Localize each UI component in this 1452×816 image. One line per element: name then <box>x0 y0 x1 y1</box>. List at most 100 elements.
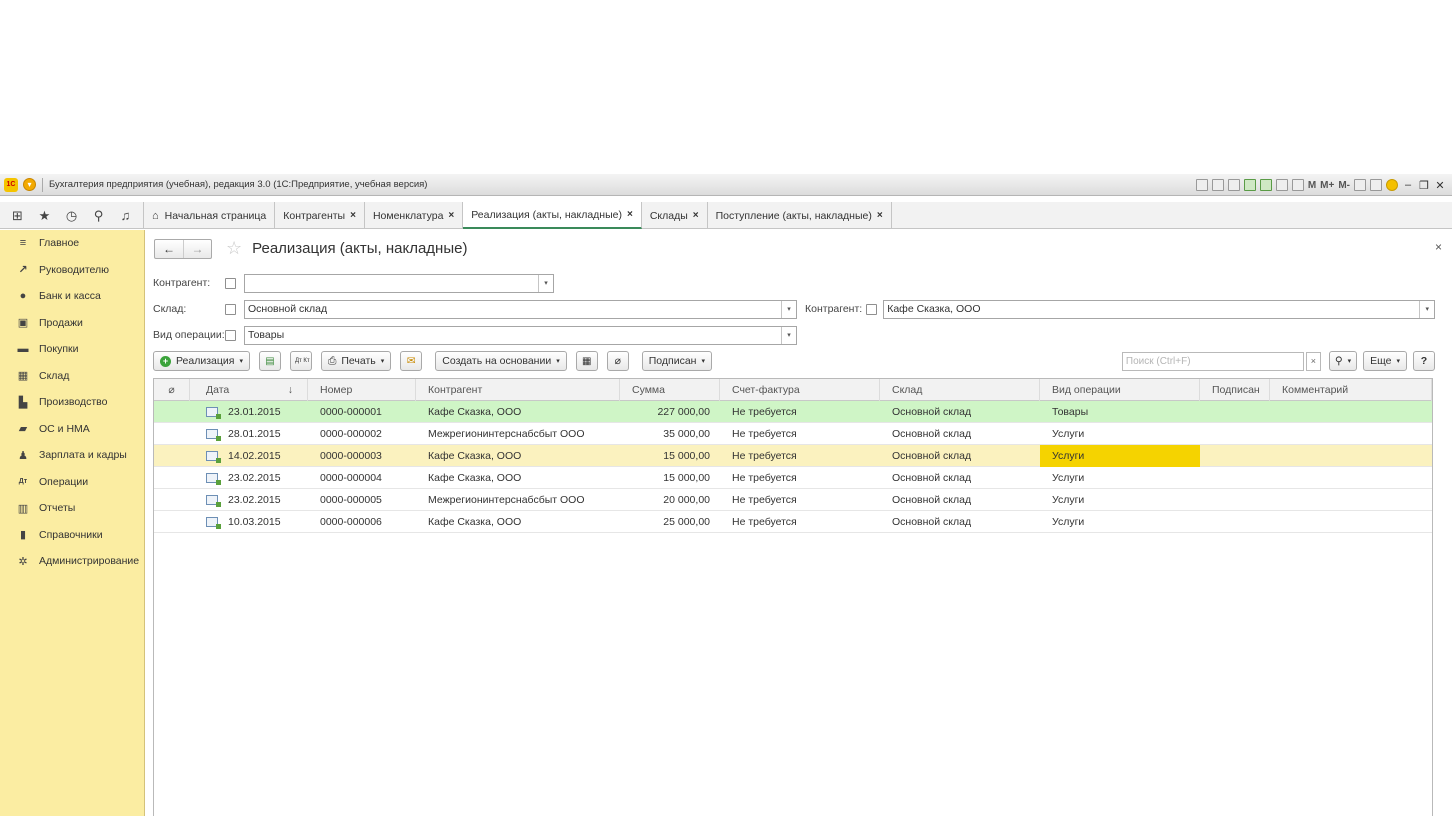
star-icon[interactable]: ★ <box>36 208 54 224</box>
column-header-number[interactable]: Номер <box>308 378 416 401</box>
search-icon[interactable]: ⚲ <box>90 208 108 224</box>
history-icon[interactable]: ◷ <box>63 208 81 224</box>
tab-nomenklatura[interactable]: Номенклатура × <box>365 202 464 229</box>
more-button[interactable]: Еще ▾ <box>1363 351 1407 371</box>
create-based-button[interactable]: Создать на основании ▾ <box>435 351 567 371</box>
podpisan-cell <box>1200 401 1270 423</box>
date-value: 28.01.2015 <box>228 427 281 440</box>
kontragent-cell: Межрегионинтерснабсбыт ООО <box>428 493 585 506</box>
tab-home[interactable]: ⌂ Начальная страница <box>144 202 276 229</box>
email-button[interactable]: ✉ <box>400 351 423 371</box>
bell-icon[interactable]: ♫ <box>117 208 135 223</box>
column-header-vid[interactable]: Вид операции <box>1040 378 1200 401</box>
table-row[interactable]: 23.01.2015 0000-000001 Кафе Сказка, ООО … <box>154 401 1432 423</box>
close-tab-icon[interactable]: × <box>877 210 883 221</box>
minimize-icon[interactable]: – <box>1402 179 1414 191</box>
memory-minus-button[interactable]: M- <box>1338 180 1350 191</box>
close-form-icon[interactable]: × <box>1435 240 1442 254</box>
dropdown-arrow-icon[interactable]: ▾ <box>781 326 796 344</box>
coin-icon: ● <box>19 290 27 303</box>
sidebar-item-rukovoditelyu[interactable]: ↗ Руководителю <box>0 257 144 284</box>
main-menu-button[interactable]: ▾ <box>23 178 36 191</box>
table-row[interactable]: 23.02.2015 0000-000004 Кафе Сказка, ООО … <box>154 467 1432 489</box>
dropdown-arrow-icon[interactable]: ▾ <box>781 300 796 318</box>
kontragent2-filter-field[interactable]: Кафе Сказка, ООО ▾ <box>883 299 1436 319</box>
column-header-podpisan[interactable]: Подписан <box>1200 378 1270 401</box>
close-window-icon[interactable]: ✕ <box>1434 179 1446 192</box>
apps-grid-icon[interactable]: ⊞ <box>9 208 27 224</box>
vid-filter-field[interactable]: Товары ▾ <box>244 325 797 345</box>
sidebar-item-proizvodstvo[interactable]: ▙ Производство <box>0 389 144 416</box>
search-input[interactable]: Поиск (Ctrl+F) <box>1121 351 1304 371</box>
info-icon[interactable] <box>1386 179 1398 191</box>
sidebar-item-otchety[interactable]: ▥ Отчеты <box>0 495 144 522</box>
dropdown-arrow-icon[interactable]: ▾ <box>1419 300 1434 318</box>
table-row[interactable]: 23.02.2015 0000-000005 Межрегионинтерсна… <box>154 489 1432 511</box>
table-row[interactable]: 28.01.2015 0000-000002 Межрегионинтерсна… <box>154 423 1432 445</box>
attach-button[interactable]: ⌀ <box>606 351 629 371</box>
print-icon[interactable] <box>1211 179 1224 191</box>
sidebar-item-zarplata[interactable]: ♟ Зарплата и кадры <box>0 442 144 469</box>
attachment-column-icon[interactable]: ⌀ <box>154 378 190 401</box>
sidebar-item-administrirovanie[interactable]: ✲ Администрирование <box>0 548 144 575</box>
dt-kt-button[interactable]: Дт Кт <box>289 351 312 371</box>
sklad-filter-field[interactable]: Основной склад ▾ <box>244 299 797 319</box>
tab-sklady[interactable]: Склады × <box>642 202 708 229</box>
tab-realizaciya[interactable]: Реализация (акты, накладные) × <box>463 202 642 229</box>
help-button[interactable]: ? <box>1413 351 1435 371</box>
memory-plus-button[interactable]: M+ <box>1320 180 1334 191</box>
column-header-comment[interactable]: Комментарий <box>1270 378 1432 401</box>
column-header-date[interactable]: Дата ↓ <box>190 378 308 401</box>
back-button[interactable]: ← <box>155 240 183 258</box>
tab-label: Поступление (акты, накладные) <box>715 209 872 222</box>
sidebar-item-os-nma[interactable]: ▰ ОС и НМА <box>0 416 144 443</box>
sidebar-item-prodazhi[interactable]: ▣ Продажи <box>0 310 144 337</box>
table-row[interactable]: 14.02.2015 0000-000003 Кафе Сказка, ООО … <box>154 444 1432 467</box>
favorite-star-icon[interactable]: ☆ <box>226 238 242 259</box>
dropdown-arrow-icon[interactable]: ▾ <box>538 274 553 292</box>
tab-kontragenty[interactable]: Контрагенты × <box>275 202 365 229</box>
clear-search-icon[interactable]: × <box>1305 351 1321 371</box>
copy-document-button[interactable]: ▤ <box>258 351 281 371</box>
tab-postuplenie[interactable]: Поступление (акты, накладные) × <box>708 202 892 229</box>
comment-cell <box>1270 423 1432 445</box>
copy-link-icon[interactable] <box>1259 179 1272 191</box>
restore-icon[interactable]: ❐ <box>1418 179 1430 192</box>
close-tab-icon[interactable]: × <box>448 210 454 221</box>
panels-icon[interactable] <box>1370 179 1382 191</box>
sidebar-item-operacii[interactable]: Дт Операции <box>0 469 144 496</box>
sidebar-item-pokupki[interactable]: ▬ Покупки <box>0 336 144 363</box>
structure-button[interactable]: ▦ <box>575 351 598 371</box>
column-header-sf[interactable]: Счет-фактура <box>720 378 880 401</box>
memory-button[interactable]: M <box>1308 180 1316 191</box>
sidebar-item-sklad[interactable]: ▦ Склад <box>0 363 144 390</box>
column-header-sum[interactable]: Сумма <box>620 378 720 401</box>
signed-filter-button[interactable]: Подписан ▾ <box>641 351 712 371</box>
link-icon[interactable] <box>1243 179 1256 191</box>
sidebar-item-bank[interactable]: ● Банк и касса <box>0 283 144 310</box>
save-icon[interactable] <box>1195 179 1208 191</box>
calendar-icon[interactable] <box>1291 179 1304 191</box>
close-tab-icon[interactable]: × <box>350 210 356 221</box>
number-cell: 0000-000002 <box>320 427 382 440</box>
kontragent-filter-checkbox[interactable] <box>225 277 236 289</box>
kontragent-filter-field[interactable]: ▾ <box>244 273 554 293</box>
forward-button[interactable]: → <box>183 239 211 258</box>
search-options-button[interactable]: ⚲ ▾ <box>1328 351 1358 371</box>
calculator-icon[interactable] <box>1275 179 1288 191</box>
zoom-icon[interactable] <box>1354 179 1366 191</box>
sidebar-item-spravochniki[interactable]: ▮ Справочники <box>0 522 144 549</box>
table-row[interactable]: 10.03.2015 0000-000006 Кафе Сказка, ООО … <box>154 511 1432 533</box>
column-header-kontragent[interactable]: Контрагент <box>416 378 620 401</box>
close-tab-icon[interactable]: × <box>693 210 699 221</box>
column-header-sklad[interactable]: Склад <box>880 378 1040 401</box>
vid-filter-checkbox[interactable] <box>225 329 236 341</box>
close-tab-icon[interactable]: × <box>627 209 633 220</box>
print-button[interactable]: ⎙ Печать ▾ <box>320 351 392 371</box>
sklad-filter-checkbox[interactable] <box>225 303 236 315</box>
vid-cell-current[interactable]: Услуги <box>1040 444 1200 467</box>
sidebar-item-glavnoe[interactable]: ≡ Главное <box>0 230 144 257</box>
realizaciya-button[interactable]: + Реализация ▾ <box>153 351 250 371</box>
kontragent2-filter-checkbox[interactable] <box>866 303 878 315</box>
preview-icon[interactable] <box>1227 179 1240 191</box>
